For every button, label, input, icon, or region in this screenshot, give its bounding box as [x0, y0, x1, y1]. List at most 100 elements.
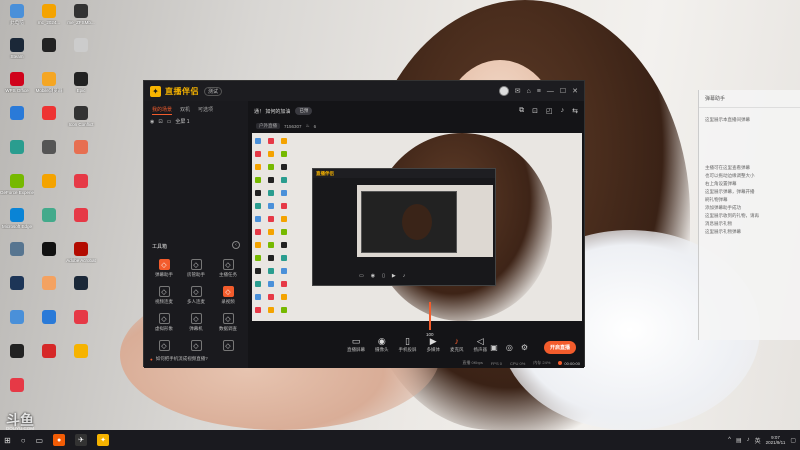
desktop-icon[interactable]	[0, 240, 34, 274]
shirt-icon[interactable]: ⌂	[527, 88, 531, 95]
go-live-button[interactable]: 开启直播	[543, 341, 576, 354]
desktop-icon[interactable]	[32, 138, 66, 172]
status-cpu: CPU 0%	[509, 360, 526, 366]
tab-dual[interactable]: 双机	[180, 106, 190, 115]
desktop-icon[interactable]	[64, 36, 98, 70]
danmu-line: 右上角设置弹幕	[705, 181, 737, 186]
sidebar-tip[interactable]: ● 如何把手机流成视频直播?	[150, 356, 208, 362]
share-icon[interactable]: ⧉	[519, 107, 524, 115]
tool-item[interactable]: ◇ 录视频	[212, 286, 244, 310]
room-title[interactable]: 通！ 如何的加油	[254, 108, 290, 115]
preview-desktop-icon	[268, 216, 274, 222]
menu-icon[interactable]: ≡	[537, 88, 541, 95]
desktop-icon[interactable]	[32, 172, 66, 206]
desktop-icon[interactable]	[32, 104, 66, 138]
desktop-icon[interactable]: Epic	[64, 70, 98, 104]
desktop-icon-label: Mobile浏览器	[35, 88, 63, 93]
desktop-icon[interactable]	[0, 138, 34, 172]
bell-icon[interactable]: ♪	[561, 107, 565, 115]
lock-icon[interactable]: ⊡	[158, 119, 162, 125]
search-icon[interactable]: ○	[21, 436, 26, 445]
desktop-icon[interactable]: Steam	[0, 36, 34, 70]
tool-item[interactable]: ◇ 主播任务	[212, 259, 244, 283]
title-bar[interactable]: ✦ 直播伴侣 测试 ✉ ⌂ ≡ — ☐ ✕	[144, 81, 584, 101]
camera-icon[interactable]: ◰	[546, 107, 553, 115]
taskbar-app-douyu-icon[interactable]: ●	[53, 434, 66, 446]
tool-item[interactable]: ◇ 房管助手	[180, 259, 212, 283]
network-icon[interactable]: ▤	[736, 437, 742, 444]
desktop-icon[interactable]	[32, 206, 66, 240]
desktop-icon[interactable]	[0, 274, 34, 308]
avatar[interactable]	[498, 86, 509, 96]
tool-item[interactable]: ◇ 虚拟形象	[148, 313, 180, 337]
desktop-icon[interactable]	[64, 206, 98, 240]
version-badge[interactable]: 测试	[204, 86, 223, 96]
toolbar-media-button[interactable]: ▶ 多媒体	[427, 336, 441, 353]
desktop-icon[interactable]	[32, 308, 66, 342]
desktop-icon[interactable]	[0, 342, 34, 376]
desktop-icon[interactable]	[64, 274, 98, 308]
volume-slider[interactable]	[428, 302, 431, 330]
eye-icon[interactable]: ◉	[150, 119, 154, 125]
settings-icon[interactable]: ⚙	[521, 343, 528, 352]
desktop-icon[interactable]: Adobe Acrobat	[64, 240, 98, 274]
tool-item[interactable]: ◇	[212, 340, 244, 364]
minimize-icon[interactable]: —	[547, 88, 554, 95]
category-tag[interactable]: 户外直播	[256, 123, 280, 129]
desktop-icon[interactable]	[32, 36, 66, 70]
windows-start-icon[interactable]: ⊞	[4, 436, 11, 445]
desktop-icon[interactable]	[64, 138, 98, 172]
desktop-icon[interactable]: mc_2024...	[32, 2, 66, 36]
desktop-icon[interactable]: GeForce Experience	[0, 172, 34, 206]
desktop-icon[interactable]: me_ZFSMb...	[64, 2, 98, 36]
desktop-icon[interactable]	[0, 308, 34, 342]
link-icon[interactable]: ⇆	[572, 107, 578, 115]
desktop-icon[interactable]	[64, 342, 98, 376]
desktop-icon[interactable]	[32, 240, 66, 274]
tools-collapse-icon[interactable]: ‹	[232, 241, 240, 249]
desktop-icon[interactable]	[0, 104, 34, 138]
tool-item[interactable]: ◇ 数据调查	[212, 313, 244, 337]
tool-item[interactable]: ◇ 弹幕机	[180, 313, 212, 337]
volume-icon[interactable]: ♪	[747, 437, 750, 443]
maximize-icon[interactable]: ☐	[560, 87, 566, 95]
tool-item[interactable]: ◇ 弹幕助手	[148, 259, 180, 283]
desktop-icon[interactable]: Icon Conflict	[64, 104, 98, 138]
eye-icon[interactable]: ◎	[506, 343, 513, 352]
clock[interactable]: 9:07 2021/9/11	[766, 435, 786, 445]
desktop-icon[interactable]: Mobile浏览器	[32, 70, 66, 104]
tool-item[interactable]: ◇ 多人连麦	[180, 286, 212, 310]
task-view-icon[interactable]: ▭	[36, 436, 44, 445]
desktop-icon[interactable]: Microsoft Edge	[0, 206, 34, 240]
close-icon[interactable]: ✕	[572, 87, 578, 95]
notification-icon[interactable]: ▢	[790, 437, 796, 444]
toolbar-mic-button[interactable]: ♪ 麦克风	[450, 336, 464, 353]
ime-language[interactable]: 英	[755, 436, 761, 445]
danmu-panel[interactable]: 弹幕助手 这里展示本直播间弹幕 主播可在这里查看弹幕 也可以拖动边缘调整大小 右上角设…	[698, 90, 800, 340]
tab-options[interactable]: 可选项	[198, 106, 213, 115]
tool-item[interactable]: ◇ 视频连麦	[148, 286, 180, 310]
taskbar-app-companion-icon[interactable]: ✦	[97, 434, 110, 446]
desktop-icon[interactable]: WPS Office	[0, 70, 34, 104]
desktop-icon[interactable]: 此电脑	[0, 2, 34, 36]
toolbar-phone-button[interactable]: ▯ 手机投屏	[399, 336, 417, 353]
room-pill[interactable]: 已预	[295, 107, 313, 115]
toolbar-screen-button[interactable]: ▭ 直播屏幕	[347, 336, 365, 353]
stream-preview[interactable]: 直播伴侣 ▭ ◉ ▯ ▶ ♪	[252, 133, 582, 321]
video-icon[interactable]: ▣	[490, 343, 498, 352]
tab-scenes[interactable]: 我的场景	[152, 106, 173, 115]
tray-chevron-icon[interactable]: ^	[728, 437, 731, 443]
scene-item[interactable]: ◉ ⊡ ▭ 全屏 1	[144, 115, 248, 128]
desktop-icon[interactable]	[32, 274, 66, 308]
desktop-icon[interactable]	[64, 308, 98, 342]
app-icon	[10, 242, 24, 256]
lock-icon[interactable]: ⊡	[532, 107, 538, 115]
toolbar-speaker-button[interactable]: ◁ 扬声器	[474, 336, 488, 353]
toolbar-camera-button[interactable]: ◉ 摄像头	[375, 336, 389, 353]
desktop-icon[interactable]	[64, 172, 98, 206]
desktop-icon[interactable]	[32, 342, 66, 376]
danmu-line: 这里展示收到的礼物，请再	[705, 213, 759, 218]
desktop-icon[interactable]	[0, 376, 34, 410]
message-icon[interactable]: ✉	[515, 87, 521, 95]
taskbar-app-icon[interactable]: ✈	[75, 434, 88, 446]
